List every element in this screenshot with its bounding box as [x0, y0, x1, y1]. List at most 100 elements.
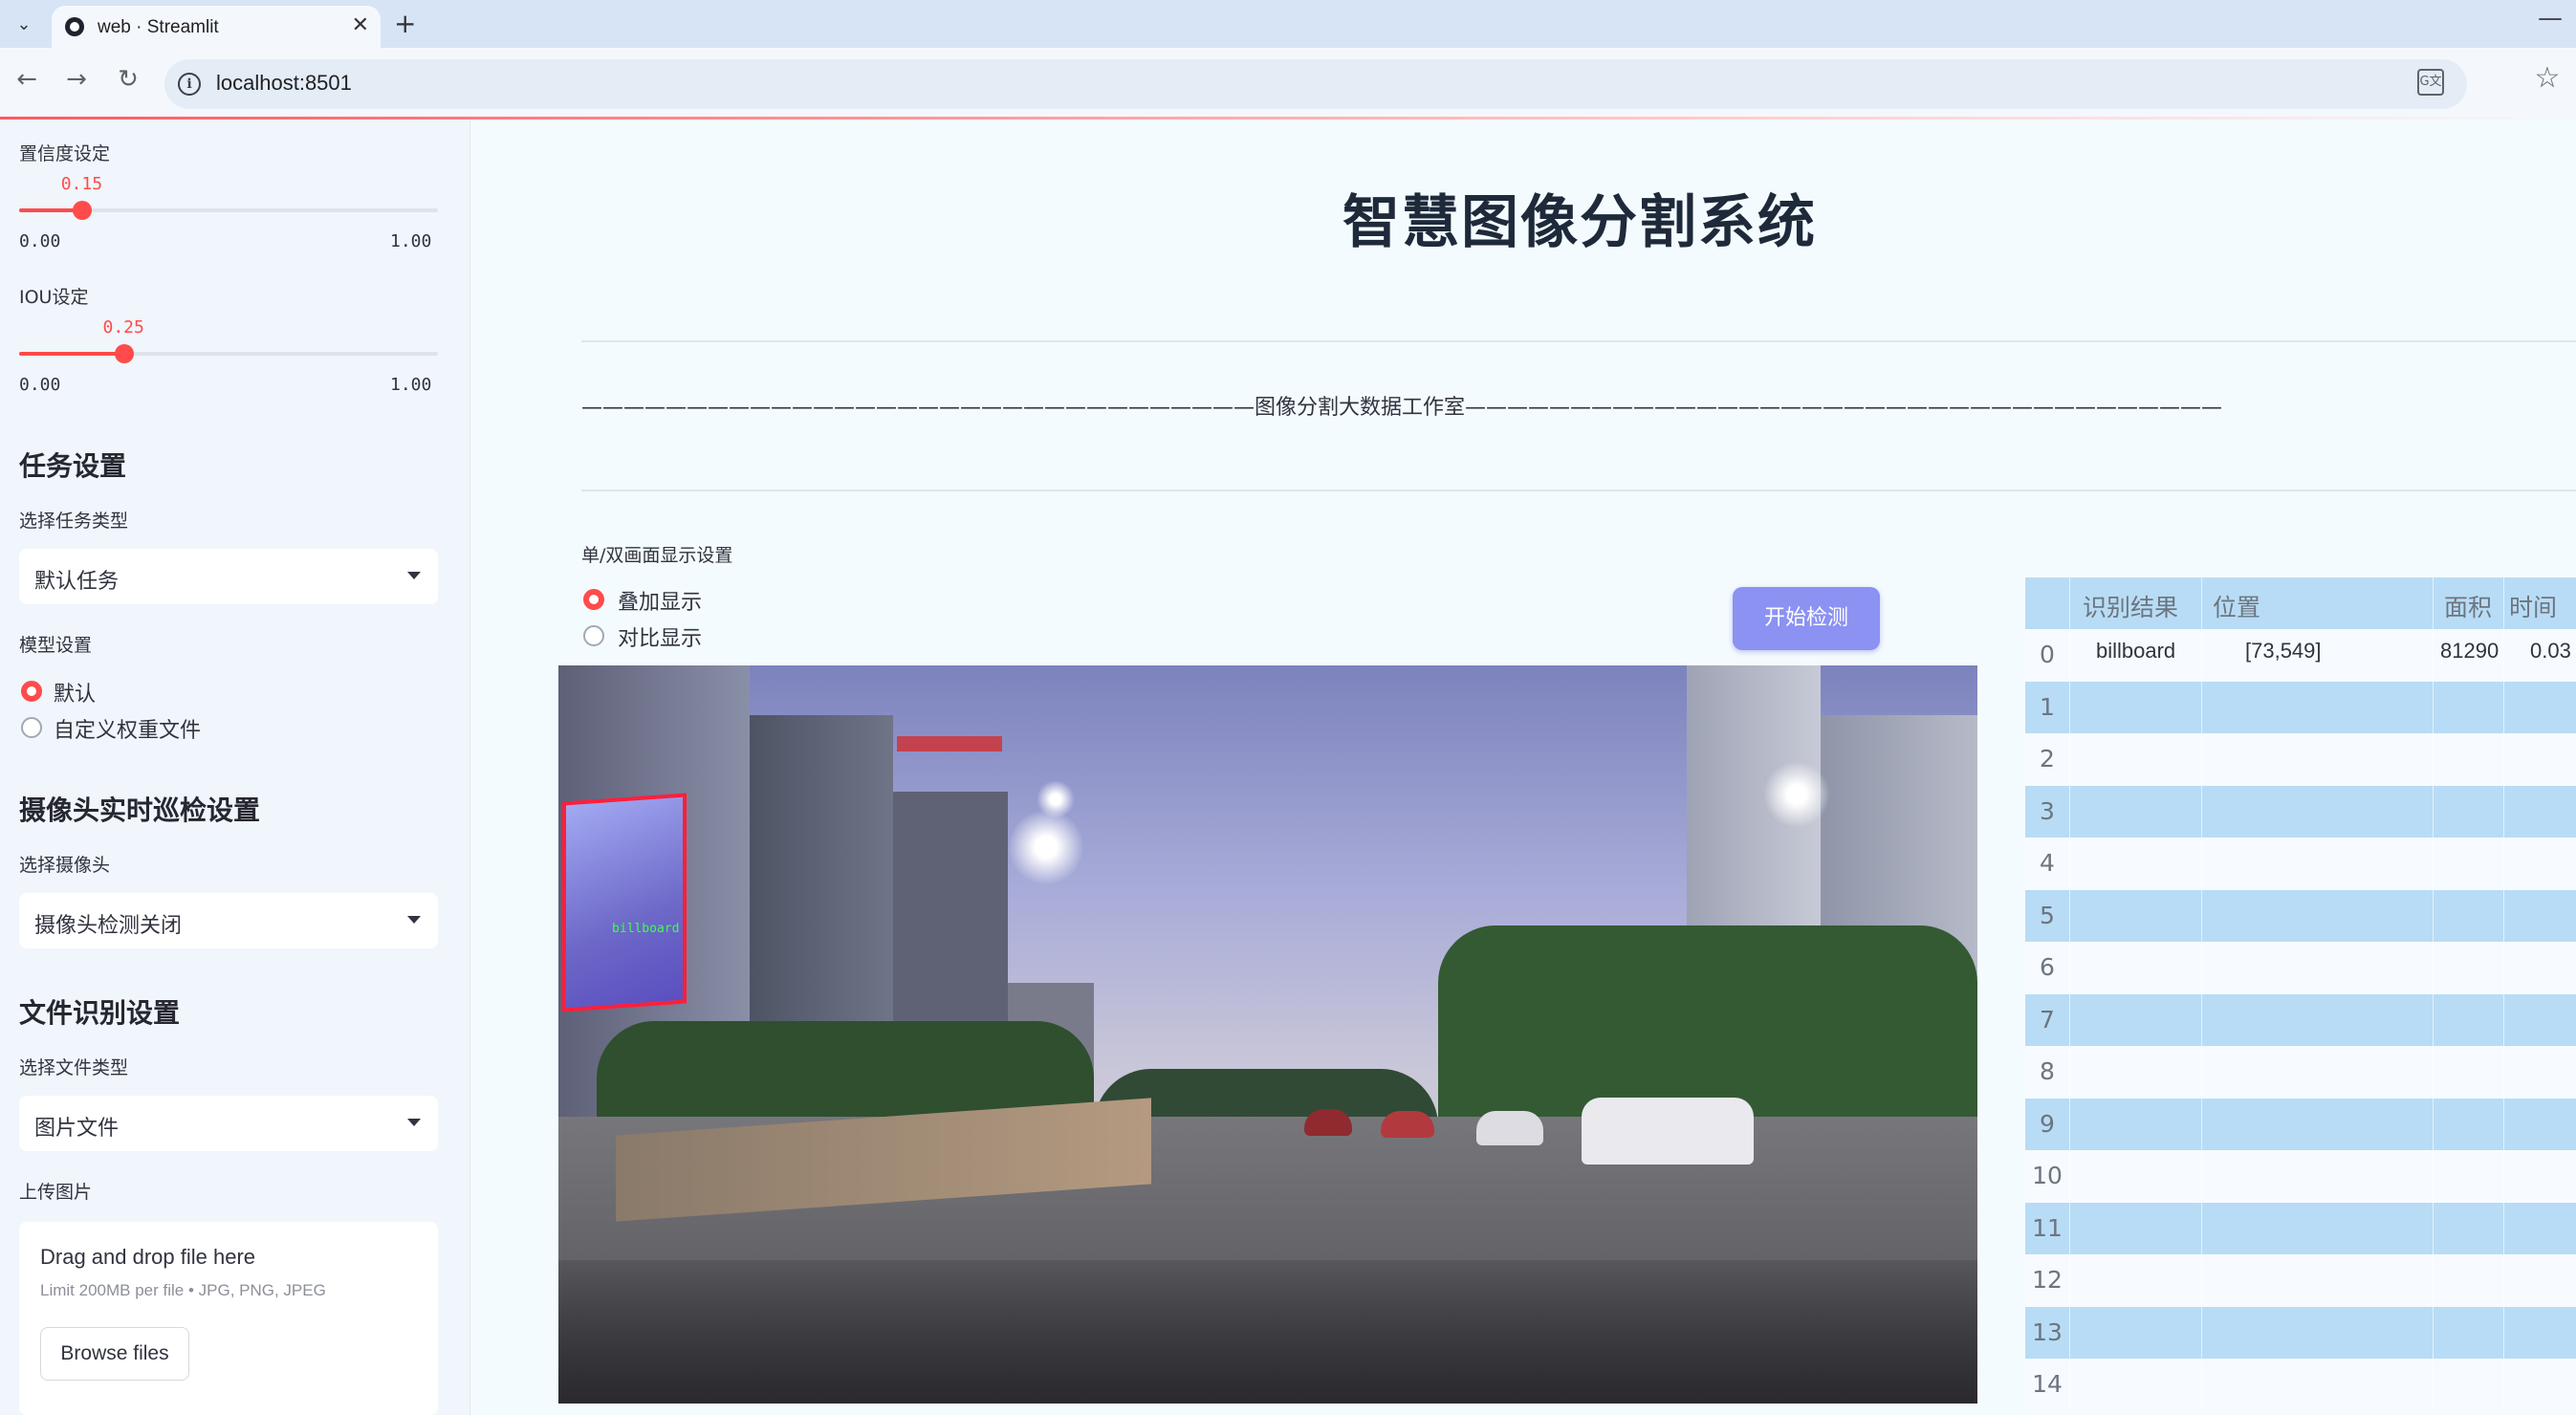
column-divider [2503, 577, 2504, 1409]
table-row[interactable]: 10 [2025, 1150, 2576, 1203]
table-row[interactable]: 11 [2025, 1202, 2576, 1254]
table-row[interactable]: 7 [2025, 993, 2576, 1046]
camera-select-label: 选择摄像头 [19, 855, 111, 876]
close-icon[interactable]: ✕ [352, 13, 369, 37]
confidence-value: 0.15 [60, 174, 103, 194]
detection-bounding-box [562, 793, 687, 1012]
file-uploader-dropzone[interactable]: Drag and drop file here Limit 200MB per … [19, 1222, 438, 1415]
chevron-down-icon [407, 916, 421, 924]
browser-tab-bar: ⌄ web · Streamlit ✕ + — [0, 0, 2576, 48]
page-top-accent [0, 117, 2576, 120]
model-settings-label: 模型设置 [19, 635, 93, 656]
display-mode-label: 单/双画面显示设置 [581, 545, 733, 566]
plus-icon[interactable]: + [394, 8, 416, 39]
main-content: 智慧图像分割系统 ———————————————————————————————… [470, 120, 2576, 1415]
studio-banner: ————————————————————————————————图像分割大数据工… [581, 396, 2223, 420]
table-row[interactable]: 3 [2025, 785, 2576, 838]
streamlit-favicon-icon [65, 17, 84, 36]
info-icon[interactable]: i [178, 73, 201, 96]
confidence-label: 置信度设定 [19, 143, 111, 164]
row-index: 13 [2032, 1317, 2063, 1346]
row-index: 8 [2040, 1057, 2055, 1085]
column-header-area[interactable]: 面积 [2444, 589, 2492, 623]
detection-result-image: billboard [558, 665, 1977, 1404]
table-row[interactable]: 9 [2025, 1098, 2576, 1150]
browser-tab[interactable]: web · Streamlit ✕ [52, 6, 381, 48]
browser-toolbar: ← → ↻ i localhost:8501 G文 ☆ [0, 48, 2576, 119]
column-divider [2069, 577, 2070, 1409]
divider [581, 340, 2576, 342]
row-index: 2 [2040, 745, 2055, 773]
confidence-min: 0.00 [19, 231, 61, 251]
cell-result: billboard [2096, 639, 2176, 663]
table-row[interactable]: 14 [2025, 1359, 2576, 1411]
row-index: 3 [2040, 796, 2055, 825]
table-row[interactable]: 5 [2025, 889, 2576, 942]
iou-slider-thumb[interactable] [114, 344, 134, 363]
browse-files-button[interactable]: Browse files [40, 1327, 189, 1381]
camera-settings-heading: 摄像头实时巡检设置 [19, 795, 261, 826]
upload-label: 上传图片 [19, 1182, 93, 1203]
table-row[interactable]: 4 [2025, 838, 2576, 890]
confidence-slider-thumb[interactable] [72, 201, 92, 220]
chevron-down-icon [407, 572, 421, 579]
row-index: 10 [2032, 1162, 2063, 1189]
sidebar: 置信度设定 0.15 0.00 1.00 IOU设定 0.25 0.00 1.0… [0, 120, 470, 1415]
forward-icon[interactable]: → [59, 65, 94, 94]
model-custom-radio[interactable] [21, 717, 42, 738]
model-custom-label[interactable]: 自定义权重文件 [54, 713, 201, 744]
task-type-select[interactable]: 默认任务 [19, 549, 438, 604]
table-row[interactable]: 0 billboard [73,549] 81290 0.03 [2025, 629, 2576, 682]
column-divider [2201, 577, 2202, 1409]
overlay-display-label[interactable]: 叠加显示 [618, 585, 702, 616]
column-divider [2433, 577, 2434, 1409]
address-bar[interactable]: i localhost:8501 G文 [164, 59, 2467, 109]
back-icon[interactable]: ← [10, 65, 44, 94]
table-row[interactable]: 8 [2025, 1046, 2576, 1099]
row-index: 1 [2040, 692, 2055, 721]
detection-label: billboard [612, 922, 680, 936]
star-icon[interactable]: ☆ [2530, 61, 2565, 95]
model-default-label[interactable]: 默认 [54, 677, 96, 708]
column-header-time[interactable]: 时间 [2509, 589, 2557, 623]
table-row[interactable]: 1 [2025, 681, 2576, 733]
iou-slider[interactable] [19, 344, 438, 363]
minimize-icon[interactable]: — [2538, 4, 2563, 33]
column-header-result[interactable]: 识别结果 [2083, 589, 2178, 623]
confidence-max: 1.00 [390, 231, 432, 251]
row-index: 14 [2032, 1370, 2063, 1398]
column-header-position[interactable]: 位置 [2213, 589, 2260, 623]
drag-drop-text: Drag and drop file here [40, 1245, 256, 1269]
row-index: 0 [2040, 641, 2055, 668]
divider [581, 490, 2576, 491]
iou-min: 0.00 [19, 375, 61, 395]
cell-area: 81290 [2440, 639, 2500, 663]
task-settings-heading: 任务设置 [19, 450, 127, 482]
reload-icon[interactable]: ↻ [111, 65, 145, 94]
tab-title: web · Streamlit [98, 17, 219, 37]
chevron-down-icon [407, 1119, 421, 1126]
task-type-value: 默认任务 [34, 570, 120, 594]
model-default-radio[interactable] [21, 681, 42, 702]
url-text[interactable]: localhost:8501 [216, 71, 352, 96]
file-type-select[interactable]: 图片文件 [19, 1096, 438, 1151]
file-type-value: 图片文件 [34, 1117, 120, 1141]
cell-position: [73,549] [2245, 639, 2322, 663]
iou-slider-fill [19, 352, 124, 356]
confidence-slider[interactable] [19, 201, 438, 220]
start-detection-button[interactable]: 开始检测 [1733, 587, 1880, 650]
table-row[interactable]: 6 [2025, 942, 2576, 994]
row-index: 5 [2040, 901, 2055, 929]
table-row[interactable]: 13 [2025, 1306, 2576, 1359]
iou-label: IOU设定 [19, 287, 89, 308]
overlay-display-radio[interactable] [583, 589, 604, 610]
compare-display-label[interactable]: 对比显示 [618, 621, 702, 652]
file-type-label: 选择文件类型 [19, 1057, 129, 1078]
translate-icon[interactable]: G文 [2417, 69, 2444, 96]
camera-select[interactable]: 摄像头检测关闭 [19, 893, 438, 948]
row-index: 4 [2040, 849, 2055, 877]
table-row[interactable]: 2 [2025, 733, 2576, 786]
table-row[interactable]: 12 [2025, 1254, 2576, 1307]
tab-search-icon[interactable]: ⌄ [10, 10, 38, 38]
compare-display-radio[interactable] [583, 625, 604, 646]
